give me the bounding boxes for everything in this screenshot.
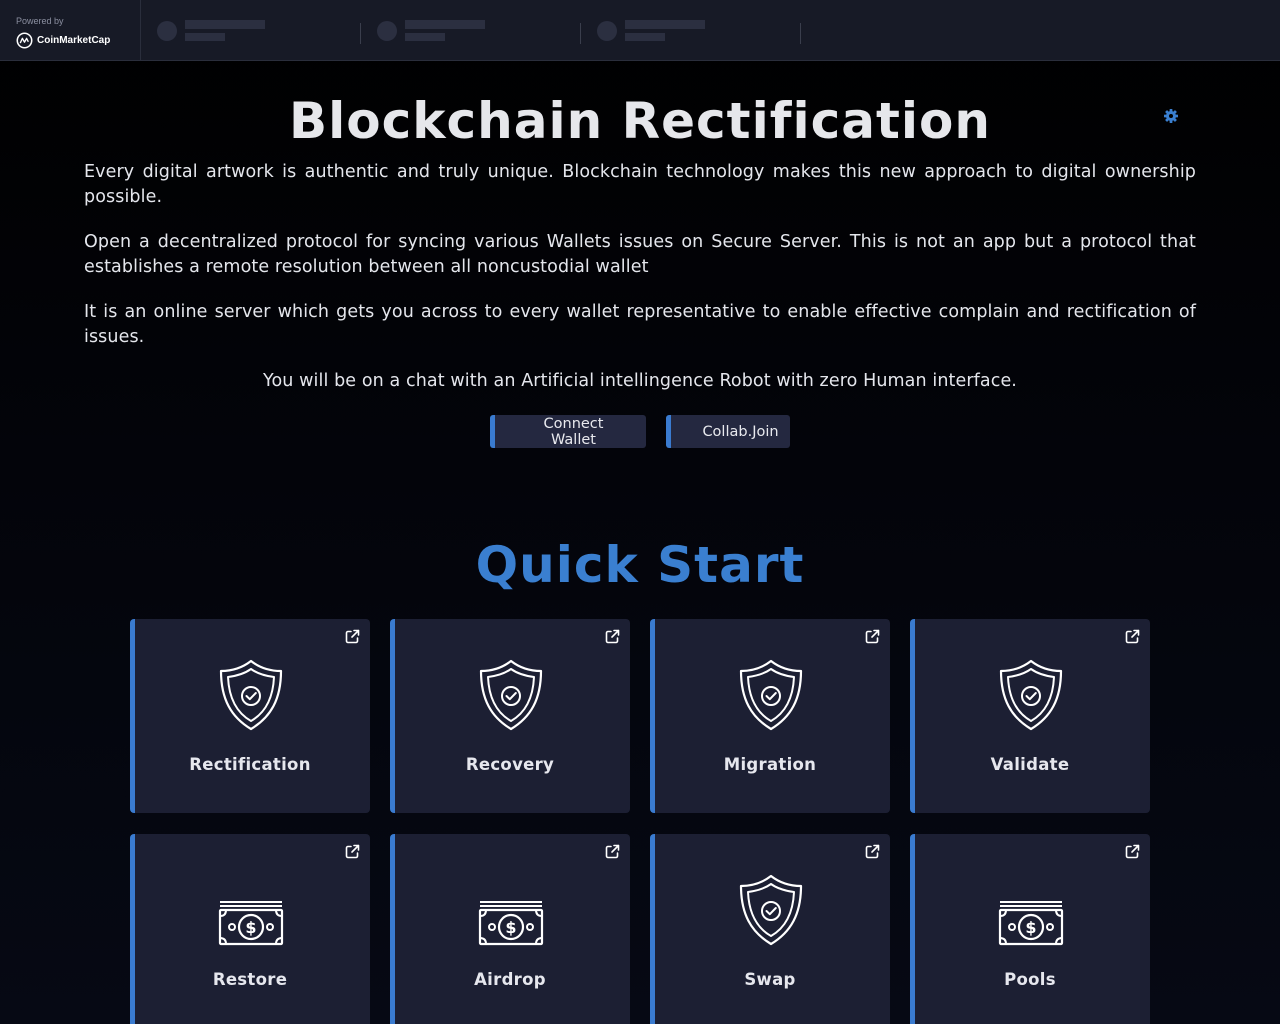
coin-logo-placeholder	[597, 21, 617, 41]
coin-name-placeholder	[185, 20, 265, 29]
ticker-divider	[800, 23, 801, 44]
external-link-icon[interactable]	[1125, 629, 1140, 644]
server-paragraph: It is an online server which gets you ac…	[84, 302, 1196, 347]
external-link-icon[interactable]	[345, 629, 360, 644]
external-link-icon[interactable]	[865, 629, 880, 644]
coinmarketcap-logo-icon	[16, 32, 33, 49]
dollar-bill-icon	[998, 900, 1064, 946]
coinmarketcap-name: CoinMarketCap	[37, 35, 111, 46]
collab-join-button[interactable]: Collab.Join	[666, 415, 790, 448]
quick-start-card-airdrop[interactable]: Airdrop	[390, 834, 630, 1024]
external-link-icon[interactable]	[345, 844, 360, 859]
shield-check-icon	[478, 659, 544, 731]
card-label: Airdrop	[474, 970, 546, 989]
coin-name-placeholder	[405, 20, 485, 29]
quick-start-card-rectification[interactable]: Rectification	[130, 619, 370, 813]
shield-check-icon	[738, 659, 804, 731]
card-label: Recovery	[465, 755, 555, 774]
shield-check-icon	[738, 874, 804, 946]
protocol-paragraph: Open a decentralized protocol for syncin…	[84, 232, 1196, 277]
card-label: Restore	[212, 970, 288, 989]
coin-logo-placeholder	[157, 21, 177, 41]
coin-price-placeholder	[405, 33, 445, 41]
quick-start-card-migration[interactable]: Migration	[650, 619, 890, 813]
quick-start-card-swap[interactable]: Swap	[650, 834, 890, 1024]
chat-note: You will be on a chat with an Artificial…	[263, 371, 1017, 391]
ticker-slot-placeholder	[141, 0, 361, 60]
card-label: Validate	[990, 755, 1070, 774]
card-label: Swap	[744, 970, 796, 989]
coin-name-placeholder	[625, 20, 705, 29]
card-label: Rectification	[189, 755, 311, 774]
quick-start-card-pools[interactable]: Pools	[910, 834, 1150, 1024]
page-title: Blockchain Rectification	[289, 92, 991, 150]
external-link-icon[interactable]	[1125, 844, 1140, 859]
ticker-slot-placeholder	[361, 0, 581, 60]
external-link-icon[interactable]	[605, 844, 620, 859]
coin-price-placeholder	[625, 33, 665, 41]
ticker-brand[interactable]: Powered by CoinMarketCap	[0, 0, 141, 60]
coin-price-placeholder	[185, 33, 225, 41]
quick-start-title: Quick Start	[475, 536, 805, 594]
external-link-icon[interactable]	[865, 844, 880, 859]
dollar-bill-icon	[218, 900, 284, 946]
price-ticker-widget: Powered by CoinMarketCap	[0, 0, 1280, 61]
shield-check-icon	[998, 659, 1064, 731]
card-label: Pools	[1004, 970, 1056, 989]
quick-start-card-validate[interactable]: Validate	[910, 619, 1150, 813]
connect-wallet-button[interactable]: Connect Wallet	[490, 415, 646, 448]
hero-actions: Connect Wallet Collab.Join	[0, 415, 1280, 448]
intro-paragraph: Every digital artwork is authentic and t…	[84, 162, 1196, 207]
ticker-slot-placeholder	[581, 0, 801, 60]
shield-check-icon	[218, 659, 284, 731]
coin-logo-placeholder	[377, 21, 397, 41]
quick-start-card-recovery[interactable]: Recovery	[390, 619, 630, 813]
gear-icon[interactable]	[1163, 108, 1179, 124]
quick-start-card-restore[interactable]: Restore	[130, 834, 370, 1024]
powered-by-label: Powered by	[16, 16, 64, 26]
external-link-icon[interactable]	[605, 629, 620, 644]
card-label: Migration	[723, 755, 817, 774]
dollar-bill-icon	[478, 900, 544, 946]
